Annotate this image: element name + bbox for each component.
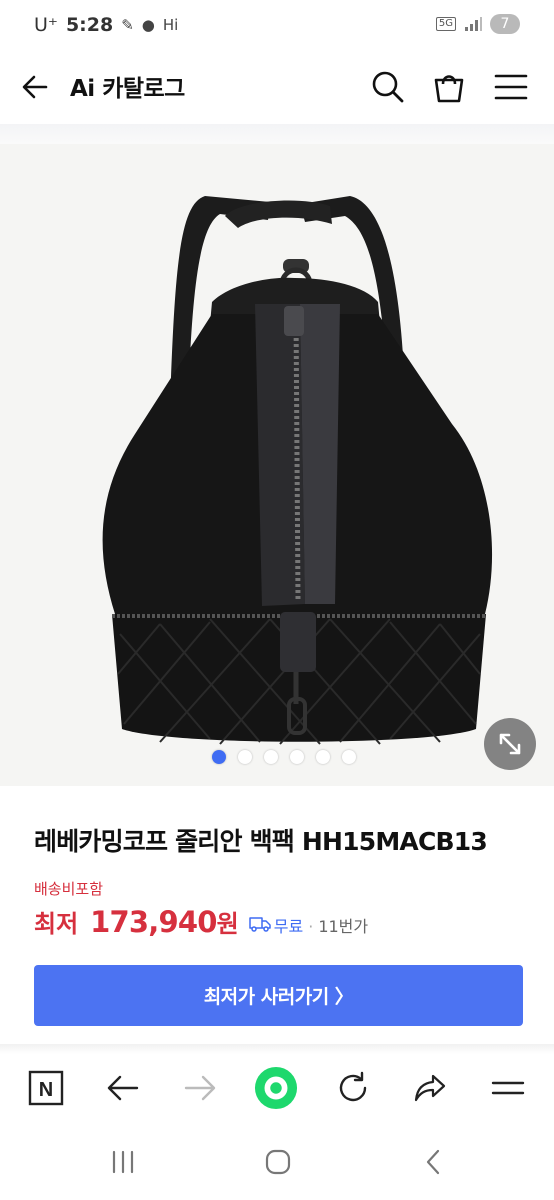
carousel-dot[interactable] [290, 750, 304, 764]
carousel-dot[interactable] [342, 750, 356, 764]
signal-icon [465, 17, 482, 31]
forward-icon [184, 1075, 216, 1101]
alert-icon: ● [141, 16, 155, 34]
share-icon [414, 1074, 446, 1102]
refresh-button[interactable] [331, 1066, 375, 1110]
product-title: 레베카밍코프 줄리안 백팩 HH15MACB13 [34, 827, 488, 856]
free-shipping-label: 무료 [273, 917, 304, 936]
clock-time: 5:28 [65, 14, 114, 36]
refresh-icon [339, 1071, 367, 1102]
buy-lowest-price-button[interactable]: 최저가 사러가기 〉 [34, 965, 523, 1026]
carousel-pagination [0, 750, 554, 764]
price-row: 최저 173,940 원 무료 · 11번가 [34, 904, 368, 939]
browser-menu-button[interactable] [486, 1066, 530, 1110]
home-button[interactable] [258, 1146, 298, 1178]
recents-icon [112, 1150, 134, 1174]
separator-dot: · [308, 917, 314, 936]
price-unit: 원 [216, 910, 239, 938]
notification-icon: ✎ [121, 16, 134, 34]
app-header: Ai 카탈로그 [0, 56, 554, 118]
menu-icon [491, 1081, 525, 1095]
carousel-dot[interactable] [316, 750, 330, 764]
expand-image-button[interactable] [484, 718, 536, 770]
cart-icon[interactable] [429, 68, 469, 106]
carousel-dot-active[interactable] [212, 750, 226, 764]
seller-name: 11번가 [318, 917, 369, 936]
svg-text:N: N [39, 1079, 53, 1101]
shipping-included-note: 배송비포함 [34, 880, 104, 898]
delivery-truck-icon [249, 917, 271, 932]
price-label: 최저 [34, 910, 79, 938]
carousel-dot[interactable] [238, 750, 252, 764]
notification-count-badge: 7 [490, 14, 520, 34]
product-image-carousel[interactable] [0, 144, 554, 786]
back-icon [107, 1075, 139, 1101]
header-divider [0, 124, 554, 144]
backpack-image [102, 196, 493, 745]
network-type-icon: 5G [435, 17, 456, 31]
naver-home-button[interactable]: N [24, 1066, 68, 1110]
system-back-button[interactable] [414, 1146, 454, 1178]
hi-label: Hi [162, 16, 179, 34]
carrier-label: U⁺ [34, 14, 58, 36]
share-button[interactable] [408, 1066, 452, 1110]
naver-n-icon: N [28, 1070, 64, 1106]
back-arrow-icon[interactable] [16, 70, 56, 104]
toolbar-divider [0, 1044, 554, 1054]
expand-icon [499, 733, 521, 755]
green-dot-icon [254, 1066, 298, 1110]
page-title: Ai 카탈로그 [70, 76, 185, 102]
green-dot-button[interactable] [254, 1066, 298, 1110]
browser-back-button[interactable] [101, 1066, 145, 1110]
browser-forward-button[interactable] [178, 1066, 222, 1110]
recents-button[interactable] [103, 1146, 143, 1178]
carousel-dot[interactable] [264, 750, 278, 764]
price-value: 173,940 [90, 905, 217, 939]
system-navigation-bar [0, 1124, 554, 1200]
back-icon [426, 1149, 440, 1175]
home-icon [265, 1149, 291, 1175]
browser-toolbar: N [0, 1054, 554, 1124]
search-icon[interactable] [368, 68, 408, 106]
status-bar: U⁺ 5:28 ✎ ● Hi 5G 7 [0, 0, 554, 56]
menu-icon[interactable] [491, 68, 531, 106]
